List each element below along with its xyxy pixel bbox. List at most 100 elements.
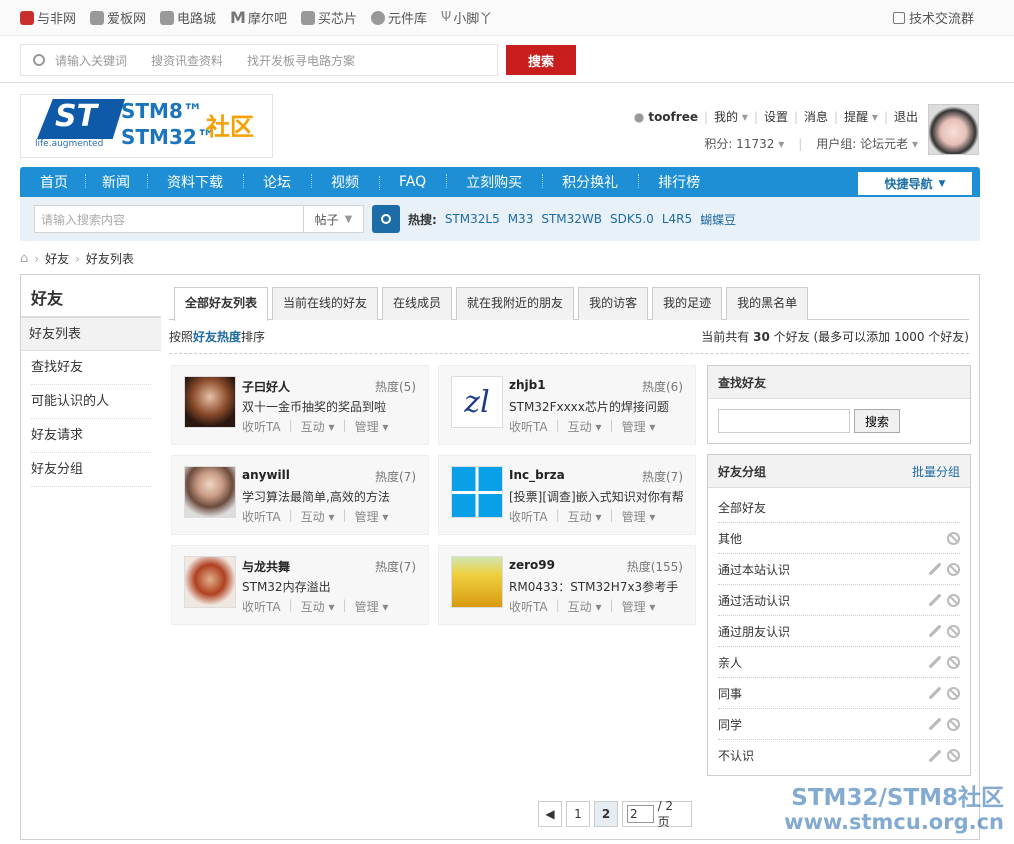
user-avatar[interactable]: [928, 104, 979, 155]
edit-icon[interactable]: [929, 687, 941, 699]
settings-link[interactable]: 设置: [764, 108, 788, 125]
find-friend-input[interactable]: [718, 409, 850, 433]
prev-page-button[interactable]: ◀: [538, 801, 562, 827]
edit-icon[interactable]: [929, 718, 941, 730]
follow-link[interactable]: 收听TA: [242, 508, 281, 525]
manage-menu[interactable]: 管理 ▾: [355, 418, 389, 435]
logout-link[interactable]: 退出: [894, 108, 918, 125]
my-menu[interactable]: 我的 ▾: [714, 108, 748, 125]
block-icon[interactable]: [947, 593, 960, 607]
site-link-maixinpian[interactable]: 买芯片: [300, 8, 357, 27]
tab-blacklist[interactable]: 我的黑名单: [726, 287, 809, 320]
group-item[interactable]: 其他: [718, 523, 960, 554]
friend-name[interactable]: zero99: [509, 558, 555, 572]
breadcrumb-friends[interactable]: 好友: [45, 250, 69, 267]
points-menu[interactable]: 积分: 11732 ▾: [704, 135, 784, 152]
manage-menu[interactable]: 管理 ▾: [355, 508, 389, 525]
group-item[interactable]: 全部好友: [718, 492, 960, 523]
friend-avatar[interactable]: [184, 376, 236, 428]
friend-avatar[interactable]: zl: [451, 376, 503, 428]
hot-tag[interactable]: 蝴蝶豆: [700, 211, 736, 228]
site-link-moore8[interactable]: M 摩尔吧: [230, 8, 287, 27]
follow-link[interactable]: 收听TA: [509, 418, 548, 435]
block-icon[interactable]: [947, 686, 960, 700]
messages-link[interactable]: 消息: [804, 108, 828, 125]
sidebar-item-friend-list[interactable]: 好友列表: [21, 317, 161, 351]
friend-name[interactable]: 与龙共舞: [242, 558, 290, 575]
friend-name[interactable]: zhjb1: [509, 378, 546, 392]
group-item[interactable]: 同事: [718, 678, 960, 709]
edit-icon[interactable]: [929, 563, 941, 575]
friend-name[interactable]: 子曰好人: [242, 378, 290, 395]
nav-item-forum[interactable]: 论坛: [243, 172, 311, 192]
friend-latest-post[interactable]: STM32Fxxxx芯片的焊接问题: [509, 398, 685, 415]
nav-item-news[interactable]: 新闻: [85, 172, 147, 192]
friend-latest-post[interactable]: STM32内存溢出: [242, 578, 418, 595]
site-link-dianlucheng[interactable]: 电路城: [160, 8, 216, 27]
batch-group-link[interactable]: 批量分组: [912, 463, 960, 480]
hot-tag[interactable]: L4R5: [662, 212, 692, 226]
tab-online-members[interactable]: 在线成员: [382, 287, 453, 320]
page-link[interactable]: 1: [566, 801, 590, 827]
sort-key-link[interactable]: 好友热度: [193, 330, 241, 344]
remind-menu[interactable]: 提醒 ▾: [844, 108, 878, 125]
nav-item-video[interactable]: 视频: [311, 172, 379, 192]
group-item[interactable]: 同学: [718, 709, 960, 740]
edit-icon[interactable]: [929, 749, 941, 762]
nav-item-downloads[interactable]: 资料下载: [147, 172, 243, 192]
site-logo[interactable]: ST life.augmented STM8™ STM32™ 社区: [20, 94, 273, 158]
interact-menu[interactable]: 互动 ▾: [301, 598, 335, 615]
block-icon[interactable]: [947, 531, 960, 545]
friend-latest-post[interactable]: [投票][调查]嵌入式知识对你有帮: [509, 488, 685, 505]
friend-latest-post[interactable]: 学习算法最简单,高效的方法: [242, 488, 418, 505]
search-type-select[interactable]: 帖子 ▼: [304, 205, 364, 233]
site-link-eefocus[interactable]: 与非网: [20, 8, 76, 27]
manage-menu[interactable]: 管理 ▾: [622, 598, 656, 615]
interact-menu[interactable]: 互动 ▾: [301, 418, 335, 435]
friend-avatar[interactable]: [451, 556, 503, 608]
sidebar-item-find-friends[interactable]: 查找好友: [31, 351, 151, 385]
manage-menu[interactable]: 管理 ▾: [622, 418, 656, 435]
nav-item-faq[interactable]: FAQ: [379, 174, 446, 190]
sidebar-item-friend-groups[interactable]: 好友分组: [31, 453, 151, 487]
edit-icon[interactable]: [929, 625, 941, 637]
interact-menu[interactable]: 互动 ▾: [568, 598, 602, 615]
page-jump-input[interactable]: 2: [627, 805, 654, 823]
tech-group-link[interactable]: 技术交流群: [892, 8, 974, 27]
tab-visitors[interactable]: 我的访客: [578, 287, 649, 320]
block-icon[interactable]: [947, 624, 960, 638]
edit-icon[interactable]: [929, 656, 941, 668]
find-friend-button[interactable]: 搜索: [854, 409, 900, 433]
interact-menu[interactable]: 互动 ▾: [568, 508, 602, 525]
forum-search-input[interactable]: 请输入搜索内容: [34, 205, 304, 233]
follow-link[interactable]: 收听TA: [509, 508, 548, 525]
sidebar-item-friend-requests[interactable]: 好友请求: [31, 419, 151, 453]
interact-menu[interactable]: 互动 ▾: [568, 418, 602, 435]
tab-nearby[interactable]: 就在我附近的朋友: [456, 287, 575, 320]
tab-online-friends[interactable]: 当前在线的好友: [272, 287, 379, 320]
nav-item-ranking[interactable]: 排行榜: [638, 172, 720, 192]
friend-latest-post[interactable]: RM0433：STM32H7x3参考手: [509, 578, 685, 595]
quick-nav-dropdown[interactable]: 快捷导航 ▼: [858, 172, 972, 195]
hot-tag[interactable]: M33: [508, 212, 534, 226]
usergroup-menu[interactable]: 用户组: 论坛元老 ▾: [816, 135, 918, 152]
group-item[interactable]: 通过活动认识: [718, 585, 960, 616]
friend-avatar[interactable]: [451, 466, 503, 518]
block-icon[interactable]: [947, 562, 960, 576]
block-icon[interactable]: [947, 655, 960, 669]
manage-menu[interactable]: 管理 ▾: [355, 598, 389, 615]
friend-avatar[interactable]: [184, 466, 236, 518]
friend-name[interactable]: Inc_brza: [509, 468, 565, 482]
follow-link[interactable]: 收听TA: [509, 598, 548, 615]
interact-menu[interactable]: 互动 ▾: [301, 508, 335, 525]
tab-all-friends[interactable]: 全部好友列表: [174, 287, 269, 321]
block-icon[interactable]: [947, 749, 960, 762]
nav-item-points-gift[interactable]: 积分换礼: [542, 172, 638, 192]
site-link-xiaojiaoya[interactable]: Ψ 小脚丫: [441, 8, 492, 27]
tab-footprints[interactable]: 我的足迹: [652, 287, 723, 320]
group-item[interactable]: 通过朋友认识: [718, 616, 960, 647]
friend-avatar[interactable]: [184, 556, 236, 608]
friend-name[interactable]: anywill: [242, 468, 290, 482]
hot-tag[interactable]: SDK5.0: [610, 212, 654, 226]
username-link[interactable]: toofree: [648, 110, 698, 124]
